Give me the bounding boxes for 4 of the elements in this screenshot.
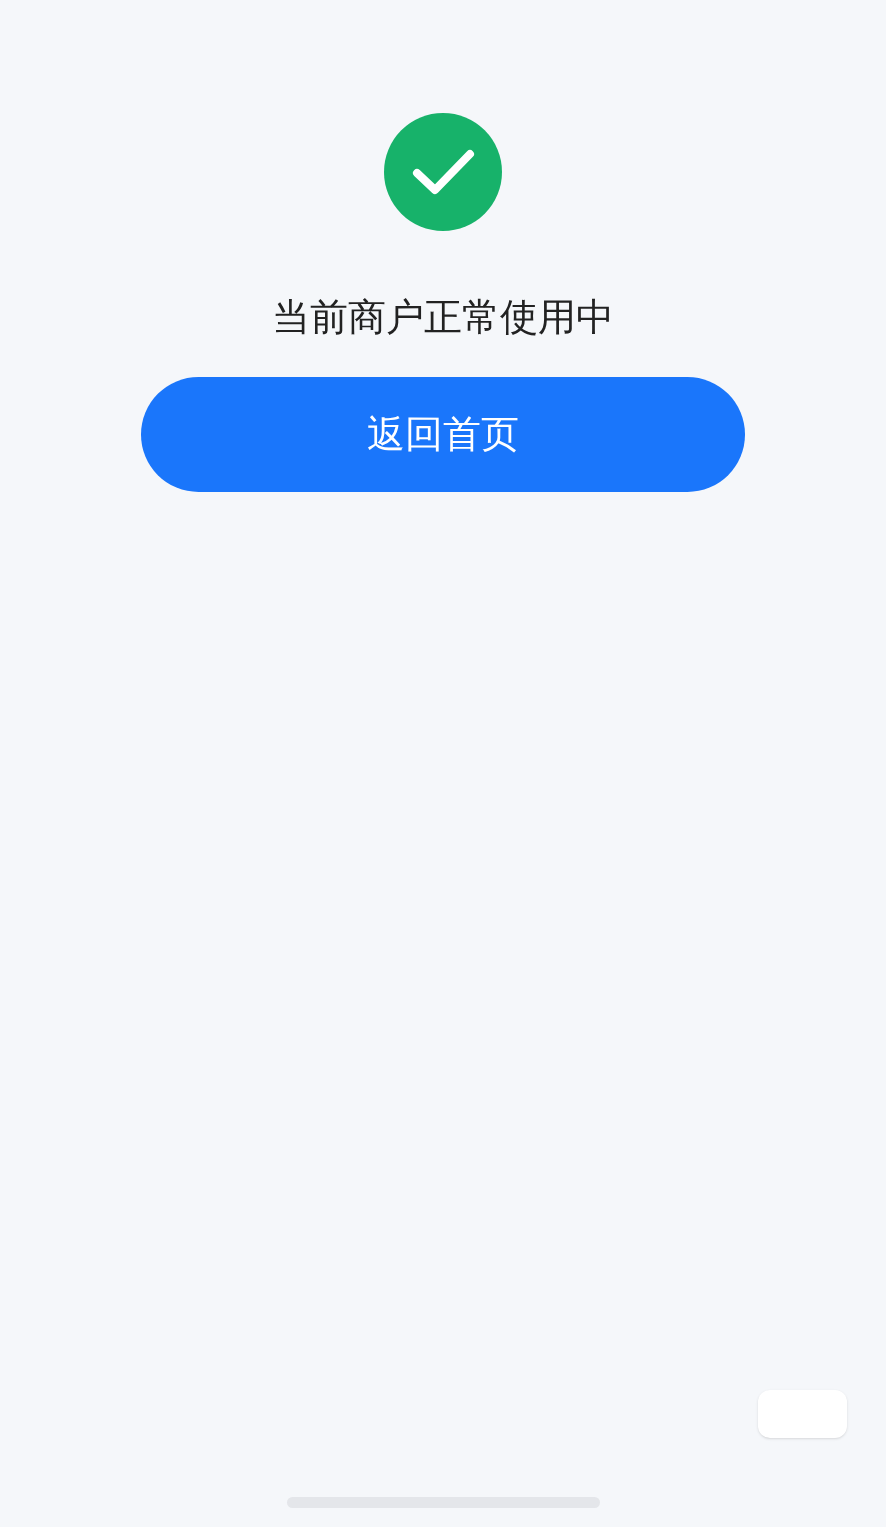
floating-button[interactable] bbox=[758, 1390, 847, 1438]
home-button[interactable]: 返回首页 bbox=[141, 377, 745, 492]
status-message: 当前商户正常使用中 bbox=[272, 294, 614, 341]
success-check-icon bbox=[384, 113, 502, 231]
